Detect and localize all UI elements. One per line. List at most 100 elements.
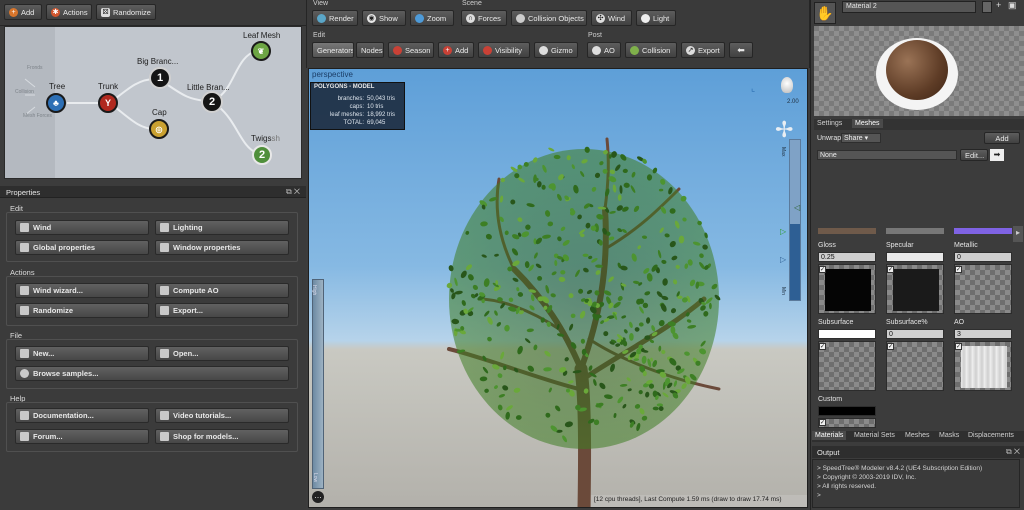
ao-field[interactable]: 3: [954, 329, 1012, 339]
randomize-action-button[interactable]: Randomize: [15, 303, 149, 318]
material-delete-icon[interactable]: ▣: [1008, 0, 1017, 11]
tree-model: [446, 137, 721, 507]
unwrap-select[interactable]: Share ▾: [841, 133, 881, 143]
magnet-icon: ∩: [466, 13, 475, 23]
lighting-button[interactable]: Lighting: [155, 220, 289, 235]
wind-button[interactable]: Wind: [15, 220, 149, 235]
generator-graph[interactable]: Fronds Collision Mesh Forces Tree ♣ Trun…: [4, 26, 302, 179]
shop-button[interactable]: Shop for models...: [155, 429, 289, 444]
new-button[interactable]: New...: [15, 346, 149, 361]
actions-button[interactable]: ✱ Actions: [46, 4, 92, 20]
compute-ao-button[interactable]: Compute AO: [155, 283, 289, 298]
back-button[interactable]: ⬅: [729, 42, 753, 58]
tab-masks[interactable]: Masks: [939, 432, 959, 439]
edit-add-button[interactable]: + Add: [438, 42, 474, 58]
metallic-swatch[interactable]: [954, 264, 1012, 314]
tab-meshes[interactable]: Meshes: [852, 119, 883, 128]
show-button[interactable]: ◉ Show: [362, 10, 406, 26]
node-tree[interactable]: ♣: [46, 93, 66, 113]
subsurface-pct-checkbox[interactable]: ✓: [887, 343, 894, 350]
subsurface-checkbox[interactable]: ✓: [819, 343, 826, 350]
material-preview[interactable]: [814, 26, 1024, 116]
node-leaf-mesh[interactable]: ❦: [251, 41, 271, 61]
material-edit-icon[interactable]: +: [996, 0, 1001, 10]
open-button[interactable]: Open...: [155, 346, 289, 361]
material-new-icon[interactable]: [982, 1, 992, 13]
ao-checkbox[interactable]: ✓: [955, 343, 962, 350]
tab-settings[interactable]: Settings: [817, 120, 842, 127]
nodes-button[interactable]: Nodes: [356, 42, 384, 58]
metallic-field[interactable]: 0: [954, 252, 1012, 262]
material-add-button[interactable]: Add: [984, 132, 1020, 144]
window-properties-button[interactable]: Window properties: [155, 240, 289, 255]
global-properties-button[interactable]: Global properties: [15, 240, 149, 255]
custom-checkbox[interactable]: ✓: [819, 419, 826, 426]
randomize-button[interactable]: ⚄ Randomize: [96, 4, 156, 20]
metallic-label: Metallic: [954, 242, 978, 249]
season-button[interactable]: Season: [388, 42, 434, 58]
light-button[interactable]: Light: [636, 10, 676, 26]
gizmo-button[interactable]: Gizmo: [534, 42, 578, 58]
add-icon: +: [443, 45, 452, 55]
map-edit-button[interactable]: Edit...: [960, 149, 988, 161]
specular-label: Specular: [886, 242, 914, 249]
node-label-tree: Tree: [49, 82, 66, 91]
wind-wizard-button[interactable]: Wind wizard...: [15, 283, 149, 298]
preview-sphere: [886, 40, 948, 100]
node-little-branches[interactable]: 2: [201, 91, 223, 113]
subsurface-color[interactable]: [818, 329, 876, 339]
material-name-field[interactable]: Material 2: [842, 1, 976, 13]
forum-button[interactable]: Forum...: [15, 429, 149, 444]
tab-materials[interactable]: Materials: [812, 431, 847, 440]
custom-label: Custom: [818, 396, 843, 403]
ao-swatch[interactable]: [954, 341, 1012, 391]
node-label-trunk: Trunk: [98, 82, 119, 91]
node-big-branches[interactable]: 1: [149, 67, 171, 89]
gloss-checkbox[interactable]: ✓: [819, 266, 826, 273]
specular-checkbox[interactable]: ✓: [887, 266, 894, 273]
hand-tool-icon[interactable]: ✋: [814, 2, 836, 24]
viewport-menu-button[interactable]: …: [312, 491, 324, 503]
zoom-button[interactable]: Zoom: [410, 10, 454, 26]
node-cap[interactable]: ◎: [149, 119, 169, 139]
subsurface-pct-swatch[interactable]: [886, 341, 944, 391]
subsurface-pct-field[interactable]: 0: [886, 329, 944, 339]
add-button[interactable]: + Add: [4, 4, 42, 20]
video-tutorials-button[interactable]: Video tutorials...: [155, 408, 289, 423]
tab-material-sets[interactable]: Material Sets: [854, 432, 895, 439]
specular-swatch[interactable]: [886, 264, 944, 314]
wind-toolbar-button[interactable]: ✣ Wind: [591, 10, 632, 26]
tab-meshes-bottom[interactable]: Meshes: [905, 432, 930, 439]
ao-button[interactable]: AO: [587, 42, 621, 58]
node-twigs[interactable]: 2: [252, 145, 272, 165]
subsurface-swatch[interactable]: [818, 341, 876, 391]
right-expand-icon[interactable]: ▸: [1013, 226, 1023, 242]
node-trunk[interactable]: Y: [98, 93, 118, 113]
map-go-icon[interactable]: ➡: [990, 149, 1004, 161]
generators-button[interactable]: Generators: [312, 42, 354, 58]
output-console[interactable]: > SpeedTree® Modeler v8.4.2 (UE4 Subscri…: [812, 459, 1020, 508]
custom-color[interactable]: [818, 406, 876, 416]
metallic-checkbox[interactable]: ✓: [955, 266, 962, 273]
collision-objects-icon: [516, 13, 525, 23]
visibility-button[interactable]: Visibility: [478, 42, 530, 58]
documentation-button[interactable]: Documentation...: [15, 408, 149, 423]
collision-button[interactable]: Collision: [625, 42, 677, 58]
gloss-field[interactable]: 0.25: [818, 252, 876, 262]
browse-samples-button[interactable]: Browse samples...: [15, 366, 289, 381]
gloss-swatch[interactable]: [818, 264, 876, 314]
collision-objects-button[interactable]: Collision Objects: [511, 10, 587, 26]
specular-field[interactable]: [886, 252, 944, 262]
map-select[interactable]: None: [817, 150, 957, 160]
properties-window-icons[interactable]: ⧉ ✕: [286, 187, 300, 197]
forces-button[interactable]: ∩ Forces: [461, 10, 507, 26]
render-button[interactable]: Render: [312, 10, 358, 26]
tab-displacements[interactable]: Displacements: [968, 432, 1014, 439]
viewport[interactable]: perspective POLYGONS - MODEL branches: 50…: [308, 68, 808, 508]
leaf-icon: ❦: [257, 46, 265, 56]
tree-icon: ♣: [53, 98, 59, 108]
export-action-button[interactable]: Export...: [155, 303, 289, 318]
export-button[interactable]: ↗ Export: [681, 42, 725, 58]
output-window-icons[interactable]: ⧉ ✕: [1006, 447, 1020, 457]
custom-swatch[interactable]: [818, 418, 876, 428]
